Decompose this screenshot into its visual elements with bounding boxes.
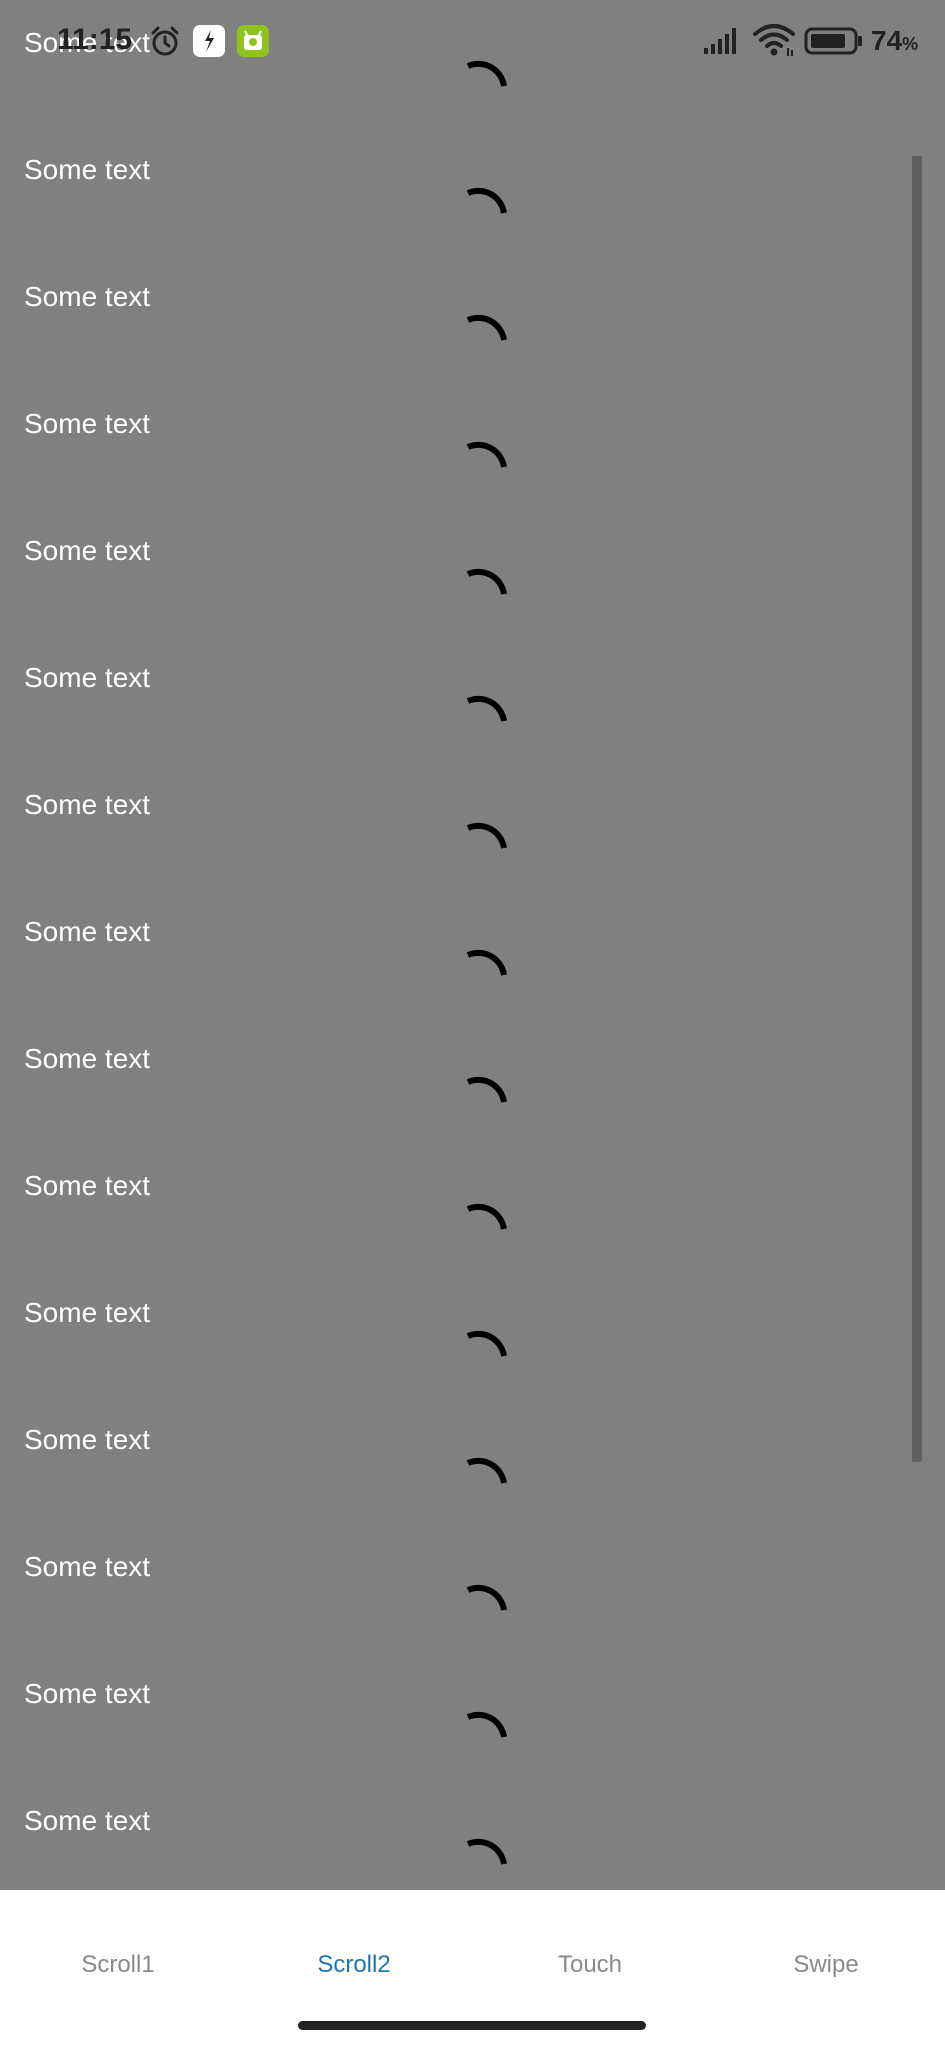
home-indicator[interactable] — [298, 2021, 646, 2030]
list-item: Some text — [0, 280, 945, 407]
android-camera-icon — [236, 24, 270, 63]
tab-scroll1[interactable]: Scroll1 — [0, 1890, 236, 2048]
status-bar: 11:15 74% — [0, 0, 945, 80]
bottom-navigation: Scroll1 Scroll2 Touch Swipe — [0, 1890, 945, 2048]
loading-spinner-icon — [460, 1449, 516, 1505]
list-item: Some text — [0, 1423, 945, 1550]
list-item-text: Some text — [24, 535, 151, 566]
loading-spinner-icon — [460, 433, 516, 489]
loading-spinner-icon — [460, 1703, 516, 1759]
battery-percent: 74% — [871, 25, 919, 56]
list-item: Some text — [0, 1296, 945, 1423]
list-item-text: Some text — [24, 1297, 151, 1328]
tab-label: Scroll2 — [317, 1951, 391, 1978]
list-item: Some text — [0, 1169, 945, 1296]
battery-icon — [804, 26, 864, 61]
app-notification-icon — [192, 24, 226, 63]
alarm-icon — [148, 24, 182, 63]
status-time: 11:15 — [57, 23, 133, 56]
list-item: Some text — [0, 1042, 945, 1169]
loading-spinner-icon — [460, 941, 516, 997]
loading-spinner-icon — [460, 814, 516, 870]
loading-spinner-icon — [460, 306, 516, 362]
wifi-icon — [752, 22, 796, 63]
tab-label: Touch — [557, 1951, 623, 1978]
list-item-text: Some text — [24, 916, 151, 947]
list-item-text: Some text — [24, 154, 151, 185]
tab-label: Scroll1 — [81, 1951, 155, 1978]
list-item-text: Some text — [24, 789, 151, 820]
loading-spinner-icon — [460, 687, 516, 743]
list-item: Some text — [0, 534, 945, 661]
list-item: Some text — [0, 1804, 945, 1890]
list-item: Some text — [0, 153, 945, 280]
list-item: Some text — [0, 788, 945, 915]
list-item-text: Some text — [24, 281, 151, 312]
list-item-text: Some text — [24, 1805, 151, 1836]
loading-spinner-icon — [460, 1830, 516, 1886]
tab-swipe[interactable]: Swipe — [708, 1890, 944, 2048]
list-item-text: Some text — [24, 1551, 151, 1582]
list-item-text: Some text — [24, 1678, 151, 1709]
loading-spinner-icon — [460, 560, 516, 616]
list-item-text: Some text — [24, 1170, 151, 1201]
tab-label: Swipe — [793, 1951, 859, 1978]
loading-spinner-icon — [460, 1576, 516, 1632]
scrollbar[interactable] — [912, 156, 922, 1462]
list-item-text: Some text — [24, 1043, 151, 1074]
list-item: Some text — [0, 407, 945, 534]
list-item-text: Some text — [24, 1424, 151, 1455]
loading-spinner-icon — [460, 1068, 516, 1124]
loading-spinner-icon — [460, 1322, 516, 1378]
list-item-text: Some text — [24, 662, 151, 693]
scroll-list[interactable]: Some text Some text Some text Some text Some… — [0, 0, 945, 1890]
list-item: Some text — [0, 661, 945, 788]
signal-icon — [703, 26, 741, 61]
loading-spinner-icon — [460, 1195, 516, 1251]
list-item: Some text — [0, 1550, 945, 1677]
loading-spinner-icon — [460, 179, 516, 235]
list-item-text: Some text — [24, 408, 151, 439]
list-item: Some text — [0, 1677, 945, 1804]
list-item: Some text — [0, 915, 945, 1042]
